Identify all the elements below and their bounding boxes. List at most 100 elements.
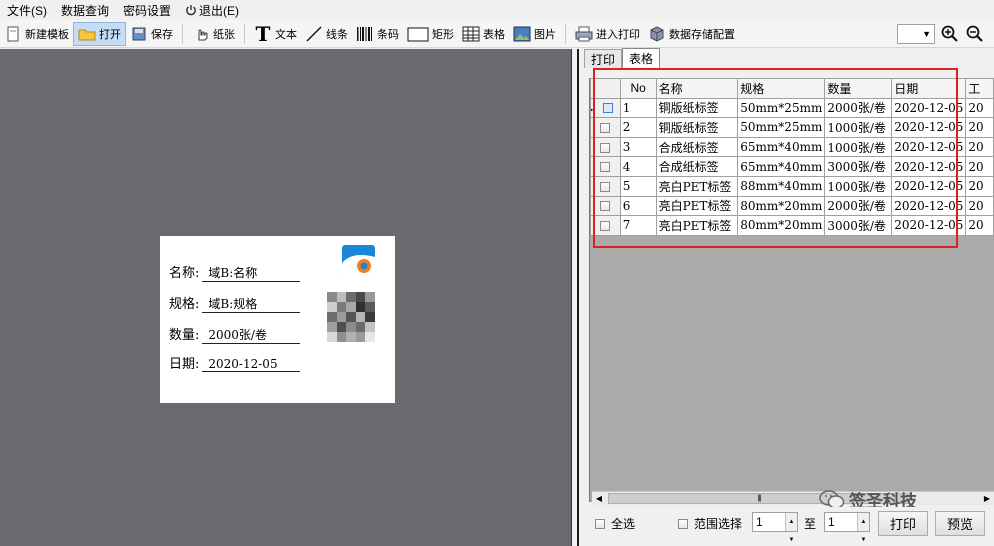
row-selector[interactable] — [590, 136, 621, 158]
row-selector[interactable] — [590, 215, 621, 236]
cell-extra[interactable]: 20 — [965, 97, 994, 119]
cell-qty[interactable]: 1000张/卷 — [824, 175, 893, 197]
row-checkbox[interactable] — [600, 162, 611, 173]
cell-date[interactable]: 2020-12-05 — [891, 175, 967, 197]
cell-name[interactable]: 亮白PET标签 — [655, 215, 739, 236]
data-storage-config-button[interactable]: 数据存储配置 — [644, 22, 739, 46]
cell-qty[interactable]: 2000张/卷 — [824, 195, 893, 217]
arrow-up-icon[interactable]: ▲ — [861, 513, 867, 531]
line-tool-button[interactable]: 线条 — [301, 22, 352, 46]
cell-qty[interactable]: 1000张/卷 — [824, 117, 893, 138]
cell-date[interactable]: 2020-12-05 — [891, 156, 967, 177]
tab-table[interactable]: 表格 — [622, 48, 661, 68]
cell-spec[interactable]: 80mm*20mm — [737, 195, 826, 217]
label-row-qty[interactable]: 数量: 2000张/卷 — [169, 324, 301, 344]
cell-no[interactable]: 6 — [619, 195, 657, 217]
paper-button[interactable]: 纸张 — [188, 22, 239, 46]
design-canvas[interactable]: 名称: 域B:名称 规格: 域B:规格 数量: 2000张/卷 日期: 2020… — [0, 49, 571, 546]
qr-code-image[interactable] — [327, 292, 375, 342]
column-header-spec[interactable]: 规格 — [737, 78, 826, 99]
cell-no[interactable]: 1 — [619, 97, 657, 119]
cell-spec[interactable]: 65mm*40mm — [737, 136, 826, 158]
cell-extra[interactable]: 20 — [965, 117, 994, 138]
cell-date[interactable]: 2020-12-05 — [891, 117, 967, 138]
cell-name[interactable]: 合成纸标签 — [655, 136, 739, 158]
table-row[interactable]: 6 亮白PET标签 80mm*20mm 2000张/卷 2020-12-05 2… — [590, 195, 994, 217]
cell-extra[interactable]: 20 — [965, 195, 994, 217]
arrow-down-icon[interactable]: ▼ — [789, 531, 795, 546]
row-selector[interactable]: ▶ — [590, 97, 621, 119]
table-row[interactable]: ▶ 1 铜版纸标签 50mm*25mm 2000张/卷 2020-12-05 2… — [590, 97, 994, 119]
cell-date[interactable]: 2020-12-05 — [891, 136, 967, 158]
cell-date[interactable]: 2020-12-05 — [891, 97, 967, 119]
enter-print-button[interactable]: 进入打印 — [571, 22, 644, 46]
print-button[interactable]: 打印 — [878, 511, 928, 536]
select-all-checkbox[interactable]: 全选 — [595, 515, 635, 532]
scroll-right-icon[interactable]: ▶ — [980, 492, 994, 506]
range-select-checkbox[interactable]: 范围选择 — [678, 515, 742, 532]
label-row-spec[interactable]: 规格: 域B:规格 — [169, 293, 301, 313]
table-tool-button[interactable]: 表格 — [458, 22, 509, 46]
cell-qty[interactable]: 1000张/卷 — [824, 136, 893, 158]
column-header-date[interactable]: 日期 — [891, 78, 967, 99]
cell-qty[interactable]: 3000张/卷 — [824, 215, 893, 236]
column-header-name[interactable]: 名称 — [655, 78, 739, 99]
cell-no[interactable]: 4 — [619, 156, 657, 177]
new-template-button[interactable]: 新建模板 — [0, 22, 73, 46]
preview-button[interactable]: 预览 — [935, 511, 985, 536]
stepper-buttons[interactable]: ▲ ▼ — [785, 513, 797, 543]
stepper-buttons[interactable]: ▲ ▼ — [857, 513, 869, 543]
open-button[interactable]: 打开 — [73, 21, 126, 46]
row-checkbox[interactable] — [600, 122, 611, 133]
row-selector[interactable] — [590, 156, 621, 177]
cell-name[interactable]: 亮白PET标签 — [655, 175, 739, 197]
tab-print[interactable]: 打印 — [584, 49, 623, 68]
text-tool-button[interactable]: T 文本 — [250, 22, 301, 46]
label-row-name[interactable]: 名称: 域B:名称 — [169, 262, 301, 282]
table-row[interactable]: 7 亮白PET标签 80mm*20mm 3000张/卷 2020-12-05 2… — [590, 215, 994, 236]
table-row[interactable]: 2 铜版纸标签 50mm*25mm 1000张/卷 2020-12-05 20 — [590, 117, 994, 138]
table-row[interactable]: 4 合成纸标签 65mm*40mm 3000张/卷 2020-12-05 20 — [590, 156, 994, 177]
row-selector[interactable] — [590, 117, 621, 138]
row-selector[interactable] — [590, 195, 621, 217]
cell-no[interactable]: 7 — [619, 215, 657, 236]
menu-password-settings[interactable]: 密码设置 — [116, 2, 178, 19]
label-preview[interactable]: 名称: 域B:名称 规格: 域B:规格 数量: 2000张/卷 日期: 2020… — [160, 236, 395, 403]
cell-date[interactable]: 2020-12-05 — [891, 195, 967, 217]
cell-spec[interactable]: 80mm*20mm — [737, 215, 826, 236]
menu-file[interactable]: 文件(S) — [0, 2, 54, 19]
image-tool-button[interactable]: 图片 — [509, 22, 560, 46]
checkbox-box[interactable] — [678, 518, 688, 529]
row-checkbox[interactable] — [600, 181, 611, 192]
rect-tool-button[interactable]: 矩形 — [403, 22, 458, 46]
menu-data-query[interactable]: 数据查询 — [54, 2, 116, 19]
cell-no[interactable]: 3 — [619, 136, 657, 158]
range-to-stepper[interactable]: 1 ▲ ▼ — [824, 512, 870, 543]
barcode-tool-button[interactable]: 条码 — [352, 22, 403, 46]
cell-date[interactable]: 2020-12-05 — [891, 215, 967, 236]
cell-spec[interactable]: 50mm*25mm — [737, 117, 826, 138]
cell-spec[interactable]: 88mm*40mm — [737, 175, 826, 197]
cell-name[interactable]: 铜版纸标签 — [655, 97, 739, 119]
save-button[interactable]: 保存 — [126, 22, 177, 46]
table-row[interactable]: 3 合成纸标签 65mm*40mm 1000张/卷 2020-12-05 20 — [590, 136, 994, 158]
cell-spec[interactable]: 50mm*25mm — [737, 97, 826, 119]
row-checkbox[interactable] — [600, 220, 611, 231]
row-checkbox[interactable] — [600, 201, 611, 212]
cell-extra[interactable]: 20 — [965, 156, 994, 177]
arrow-down-icon[interactable]: ▼ — [861, 531, 867, 546]
horizontal-scrollbar[interactable]: ◀ ||| ▶ — [592, 491, 994, 505]
zoom-out-button[interactable] — [965, 24, 985, 44]
cell-qty[interactable]: 3000张/卷 — [824, 156, 893, 177]
column-header-no[interactable]: No — [619, 78, 657, 99]
cell-qty[interactable]: 2000张/卷 — [824, 97, 893, 119]
row-checkbox[interactable] — [603, 103, 614, 114]
column-header-extra[interactable]: 工 — [965, 78, 994, 99]
cell-no[interactable]: 2 — [619, 117, 657, 138]
menu-exit[interactable]: 退出(E) — [178, 2, 246, 19]
range-from-stepper[interactable]: 1 ▲ ▼ — [752, 512, 798, 543]
pane-splitter[interactable] — [571, 49, 584, 546]
cell-extra[interactable]: 20 — [965, 136, 994, 158]
logo-image[interactable] — [342, 245, 375, 278]
row-checkbox[interactable] — [600, 142, 611, 153]
